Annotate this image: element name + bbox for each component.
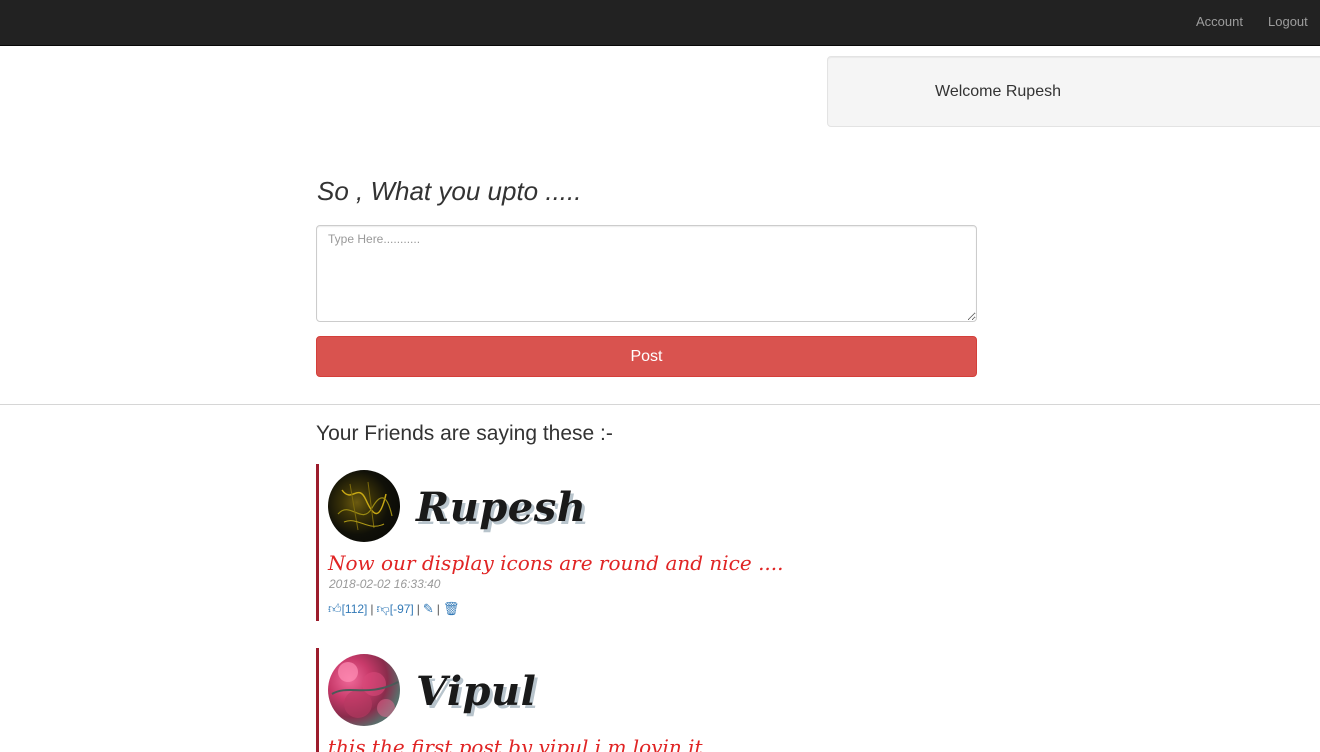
like-count: [112]: [341, 602, 368, 616]
top-navbar: Account Logout: [0, 0, 1320, 46]
thumbs-down-icon: 👎︎: [376, 601, 390, 616]
dislike-button[interactable]: 👎︎[-97]: [376, 601, 414, 616]
post-timestamp: 2018-02-02 16:33:40: [329, 577, 441, 591]
post-actions: 👍︎[112] | 👎︎[-97] | ✎ | 🗑︎: [328, 601, 459, 617]
post-author: Vipul: [416, 668, 537, 715]
separator: |: [416, 602, 420, 616]
post-author: Rupesh: [416, 484, 587, 531]
section-divider: [0, 404, 1320, 405]
logout-link[interactable]: Logout: [1268, 14, 1308, 29]
avatar[interactable]: [328, 654, 400, 726]
avatar[interactable]: [328, 470, 400, 542]
dislike-count: [-97]: [389, 602, 414, 616]
status-input[interactable]: [316, 225, 977, 322]
separator: |: [436, 602, 440, 616]
pencil-icon[interactable]: ✎: [423, 601, 434, 616]
separator: |: [370, 602, 374, 616]
post-text: this the first post by vipul i m lovin i…: [328, 735, 703, 752]
like-button[interactable]: 👍︎[112]: [328, 601, 368, 616]
welcome-message: Welcome Rupesh: [935, 83, 1061, 100]
trash-icon[interactable]: 🗑︎: [443, 601, 460, 616]
post-button[interactable]: Post: [316, 336, 977, 377]
feed-heading: Your Friends are saying these :-: [316, 422, 613, 445]
feed-post: Vipul this the first post by vipul i m l…: [316, 648, 977, 752]
feed-post: Rupesh Now our display icons are round a…: [316, 464, 977, 621]
composer-prompt: So , What you upto .....: [317, 176, 582, 206]
account-link[interactable]: Account: [1196, 14, 1243, 29]
post-text: Now our display icons are round and nice…: [328, 551, 784, 575]
welcome-panel: Welcome Rupesh: [827, 56, 1320, 127]
thumbs-up-icon: 👍︎: [328, 601, 342, 616]
